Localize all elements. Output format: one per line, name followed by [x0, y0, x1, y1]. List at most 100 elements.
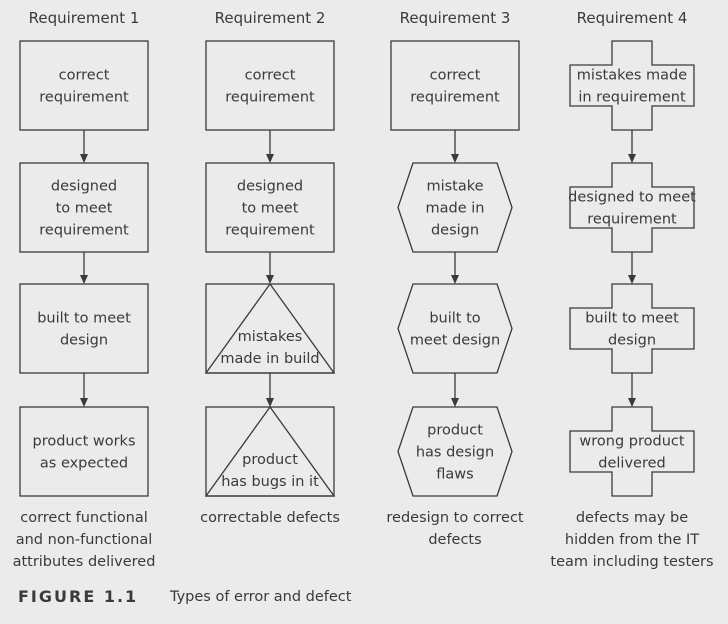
outcome-line: correctable defects [200, 510, 340, 526]
flow-node-rectangle: product works as expected [19, 406, 149, 497]
flow-node-hexagon: built to meet design [397, 283, 513, 374]
node-label: designed [237, 179, 303, 195]
outcome-line: attributes delivered [13, 554, 156, 570]
arrow-down-icon [80, 398, 88, 407]
cross-shape [569, 283, 695, 374]
node-label: requirement [225, 90, 315, 106]
outcome-text: redesign to correct defects [386, 510, 524, 548]
figure-label: FIGURE 1.1 [18, 587, 138, 606]
node-label: designed to meet [568, 190, 696, 206]
rectangle-shape [205, 40, 335, 131]
flow-node-cross: mistakes made in requirement [569, 40, 695, 131]
outcome-line: redesign to correct [386, 510, 524, 526]
column-title: Requirement 3 [400, 9, 511, 27]
outcome-line: correct functional [20, 510, 148, 526]
outcome-text: correctable defects [200, 510, 340, 526]
flow-arrow [266, 373, 274, 407]
node-label: requirement [410, 90, 500, 106]
node-label: as expected [40, 456, 128, 472]
arrow-down-icon [451, 275, 459, 284]
flow-arrow [80, 130, 88, 163]
node-label: flaws [436, 467, 473, 483]
node-label: designed [51, 179, 117, 195]
flow-node-hexagon: product has design flaws [397, 406, 513, 497]
node-label: mistake [426, 179, 483, 195]
flow-node-rectangle: correct requirement [19, 40, 149, 131]
flow-node-rectangle: built to meet design [19, 283, 149, 374]
node-label: wrong product [579, 434, 684, 450]
cross-shape [569, 162, 695, 253]
node-label: mistakes made [577, 68, 687, 84]
node-label: correct [245, 68, 296, 84]
outcome-line: team including testers [550, 554, 713, 570]
outcome-line: and non-functional [16, 532, 153, 548]
arrow-down-icon [80, 275, 88, 284]
node-label: requirement [225, 223, 315, 239]
column-requirement-1: Requirement 1 correct requirement designed t… [13, 9, 156, 570]
flow-node-cross: wrong product delivered [569, 406, 695, 497]
node-label: meet design [410, 333, 500, 349]
outcome-line: defects [428, 532, 481, 548]
arrow-down-icon [628, 154, 636, 163]
flow-arrow [266, 130, 274, 163]
arrow-down-icon [266, 398, 274, 407]
flow-node-rectangle: correct requirement [205, 40, 335, 131]
flow-arrow [80, 373, 88, 407]
flow-arrow [628, 373, 636, 407]
node-label: built to meet [37, 311, 131, 327]
column-requirement-3: Requirement 3 correct requirement mistake ma… [386, 9, 524, 548]
node-label: product [427, 423, 483, 439]
node-label: built to meet [585, 311, 679, 327]
rectangle-shape [19, 283, 149, 374]
arrow-down-icon [628, 275, 636, 284]
node-label: has design [416, 445, 494, 461]
rectangle-shape [19, 406, 149, 497]
arrow-down-icon [266, 154, 274, 163]
cross-shape [569, 406, 695, 497]
flow-arrow [266, 252, 274, 284]
figure-caption: Types of error and defect [169, 589, 352, 605]
node-label: design [431, 223, 479, 239]
cross-shape [569, 40, 695, 131]
column-title: Requirement 4 [577, 9, 688, 27]
node-label: delivered [598, 456, 665, 472]
node-label: design [608, 333, 656, 349]
column-title: Requirement 1 [29, 9, 140, 27]
node-label: to meet [56, 201, 113, 217]
node-label: made in [426, 201, 485, 217]
node-label: product [242, 452, 298, 468]
column-title: Requirement 2 [215, 9, 326, 27]
flow-arrow [80, 252, 88, 284]
error-defect-diagram: Requirement 1 correct requirement designed t… [13, 9, 714, 606]
flow-node-rectangle: designed to meet requirement [205, 162, 335, 253]
flow-arrow [451, 373, 459, 407]
arrow-down-icon [80, 154, 88, 163]
flow-node-rectangle: correct requirement [390, 40, 520, 131]
flow-node-rectangle: designed to meet requirement [19, 162, 149, 253]
arrow-down-icon [628, 398, 636, 407]
node-label: has bugs in it [221, 474, 319, 490]
flow-node-cross: built to meet design [569, 283, 695, 374]
arrow-down-icon [451, 398, 459, 407]
rectangle-shape [390, 40, 520, 131]
flow-node-hexagon: mistake made in design [397, 162, 513, 253]
node-label: product works [32, 434, 135, 450]
flow-arrow [628, 130, 636, 163]
node-label: requirement [39, 223, 129, 239]
hexagon-shape [397, 283, 513, 374]
flow-arrow [451, 130, 459, 163]
flow-arrow [628, 252, 636, 284]
flow-node-triangle-in-rectangle: product has bugs in it [204, 405, 336, 497]
outcome-text: defects may be hidden from the IT team inc… [550, 510, 713, 570]
node-label: correct [430, 68, 481, 84]
arrow-down-icon [451, 154, 459, 163]
node-label: built to [429, 311, 480, 327]
node-label: design [60, 333, 108, 349]
node-label: correct [59, 68, 110, 84]
column-requirement-4: Requirement 4 mistakes made in requirement… [550, 9, 713, 570]
node-label: mistakes [238, 329, 303, 345]
outcome-line: hidden from the IT [565, 532, 699, 548]
column-requirement-2: Requirement 2 correct requirement designed t… [200, 9, 340, 526]
arrow-down-icon [266, 275, 274, 284]
node-label: made in build [220, 351, 319, 367]
